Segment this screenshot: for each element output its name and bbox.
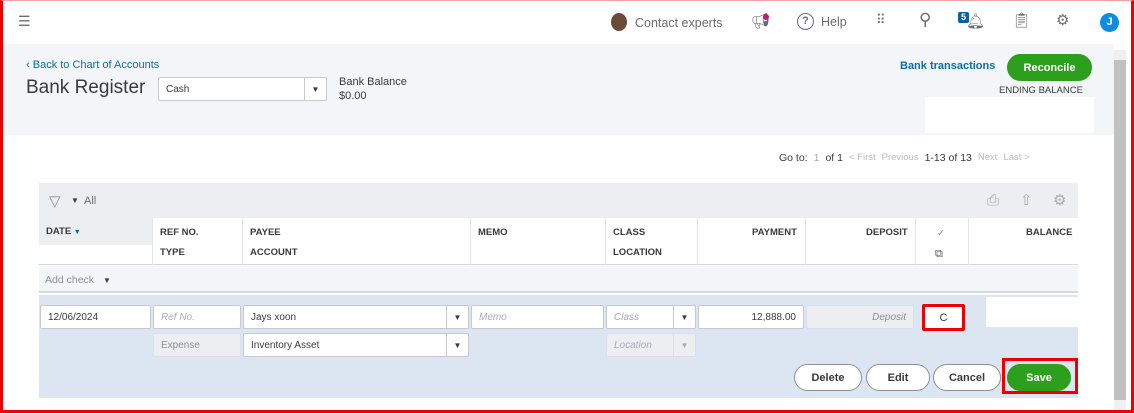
previous-page-link[interactable]: Previous xyxy=(882,152,919,164)
new-indicator xyxy=(763,14,769,20)
col-balance: BALANCE xyxy=(1026,227,1073,238)
user-avatar[interactable]: J xyxy=(1100,13,1119,32)
chevron-down-icon: ▼ xyxy=(446,306,468,328)
cleared-status-input[interactable]: C xyxy=(922,304,965,331)
back-link-label: Back to Chart of Accounts xyxy=(32,59,160,71)
account-select-value: Cash xyxy=(166,83,190,95)
balance-cell xyxy=(986,297,1078,327)
payment-input[interactable]: 12,888.00 xyxy=(698,305,804,329)
scrollbar[interactable] xyxy=(1114,50,1126,410)
reconcile-button[interactable]: Reconcile xyxy=(1007,54,1092,81)
cancel-button[interactable]: Cancel xyxy=(933,364,1001,391)
sort-icon: ▼ xyxy=(73,229,81,236)
menu-collapse-icon[interactable]: ☰ xyxy=(18,13,31,30)
chevron-down-icon: ▼ xyxy=(446,334,468,356)
goto-page-input[interactable]: 1 xyxy=(814,152,820,164)
contact-experts-link[interactable]: Contact experts xyxy=(635,16,723,30)
copy-icon: ⧉ xyxy=(935,248,943,260)
date-input[interactable]: 12/06/2024 xyxy=(40,305,151,329)
page-range: 1-13 of 13 xyxy=(924,152,972,164)
add-check-row[interactable]: Add check ▼ xyxy=(39,266,1078,293)
bank-balance-value: $0.00 xyxy=(339,90,367,102)
delete-button[interactable]: Delete xyxy=(794,364,862,391)
caret-down-icon[interactable]: ▼ xyxy=(103,276,111,285)
account-value: Inventory Asset xyxy=(251,339,320,351)
chevron-down-icon: ▼ xyxy=(673,334,695,356)
help-icon[interactable]: ? xyxy=(797,13,814,30)
col-location: LOCATION xyxy=(613,247,662,258)
bank-balance-label: Bank Balance xyxy=(339,76,407,88)
payee-value: Jays xoon xyxy=(251,311,297,323)
table-header xyxy=(39,218,1078,265)
col-payee: PAYEE xyxy=(250,227,281,238)
last-page-link[interactable]: Last > xyxy=(1003,152,1029,164)
clipboard-icon[interactable]: 📋︎ xyxy=(1012,11,1031,29)
settings-icon[interactable]: ⚙ xyxy=(1053,191,1066,209)
payee-select[interactable]: Jays xoon ▼ xyxy=(243,305,469,329)
bank-transactions-link[interactable]: Bank transactions xyxy=(900,60,995,72)
col-type: TYPE xyxy=(160,247,185,258)
add-check-label[interactable]: Add check xyxy=(45,274,94,286)
col-deposit: DEPOSIT xyxy=(866,227,908,238)
memo-input[interactable]: Memo xyxy=(471,305,604,329)
bell-icon[interactable]: 🔔︎ xyxy=(966,12,985,30)
expert-avatar-icon xyxy=(611,13,627,31)
page-title: Bank Register xyxy=(26,77,146,98)
class-placeholder: Class xyxy=(614,311,640,323)
ref-no-input[interactable]: Ref No. xyxy=(153,305,241,329)
first-page-link[interactable]: < First xyxy=(849,152,876,164)
filter-icon[interactable]: ▽ xyxy=(49,192,61,210)
ending-balance-label: ENDING BALANCE xyxy=(999,85,1083,96)
col-date[interactable]: DATE ▼ xyxy=(46,226,81,237)
search-icon[interactable]: ⚲ xyxy=(919,10,931,30)
col-payment: PAYMENT xyxy=(752,227,797,238)
col-ref: REF NO. xyxy=(160,227,199,238)
edit-button[interactable]: Edit xyxy=(866,364,930,391)
caret-down-icon[interactable]: ▼ xyxy=(71,196,79,205)
col-memo: MEMO xyxy=(478,227,508,238)
gear-icon[interactable]: ⚙ xyxy=(1056,11,1069,29)
next-page-link[interactable]: Next xyxy=(978,152,998,164)
location-select[interactable]: Location ▼ xyxy=(606,333,696,357)
chevron-down-icon: ▼ xyxy=(673,306,695,328)
filter-label[interactable]: All xyxy=(84,195,96,207)
top-bar: ☰ Contact experts 📢︎ ? Help ⠿ ⚲ 5 🔔︎ 📋︎ … xyxy=(3,1,1128,44)
deposit-input[interactable]: Deposit xyxy=(806,305,914,329)
pagination: Go to: 1 of 1 < First Previous 1-13 of 1… xyxy=(779,152,1030,164)
col-class: CLASS xyxy=(613,227,646,238)
chevron-down-icon: ▼ xyxy=(304,78,326,100)
col-account: ACCOUNT xyxy=(250,247,298,258)
filter-bar: ▽ ▼ All ⎙ ⇧ ⚙ xyxy=(39,183,1078,218)
save-button[interactable]: Save xyxy=(1007,364,1071,391)
goto-label: Go to: xyxy=(779,152,808,164)
help-link[interactable]: Help xyxy=(821,15,847,29)
account-select-row[interactable]: Inventory Asset ▼ xyxy=(243,333,469,357)
export-icon[interactable]: ⇧ xyxy=(1020,191,1033,209)
print-icon[interactable]: ⎙ xyxy=(987,192,999,209)
chevron-left-icon: ‹ xyxy=(26,59,33,71)
ending-balance-box xyxy=(925,97,1094,133)
account-select[interactable]: Cash ▼ xyxy=(158,77,327,101)
class-select[interactable]: Class ▼ xyxy=(606,305,696,329)
apps-grid-icon[interactable]: ⠿ xyxy=(876,12,885,28)
col-cleared: ✓ xyxy=(937,228,945,239)
back-to-chart-link[interactable]: ‹ Back to Chart of Accounts xyxy=(26,59,159,71)
type-field: Expense xyxy=(153,333,241,357)
of-pages: of 1 xyxy=(825,152,843,164)
location-placeholder: Location xyxy=(614,339,652,351)
